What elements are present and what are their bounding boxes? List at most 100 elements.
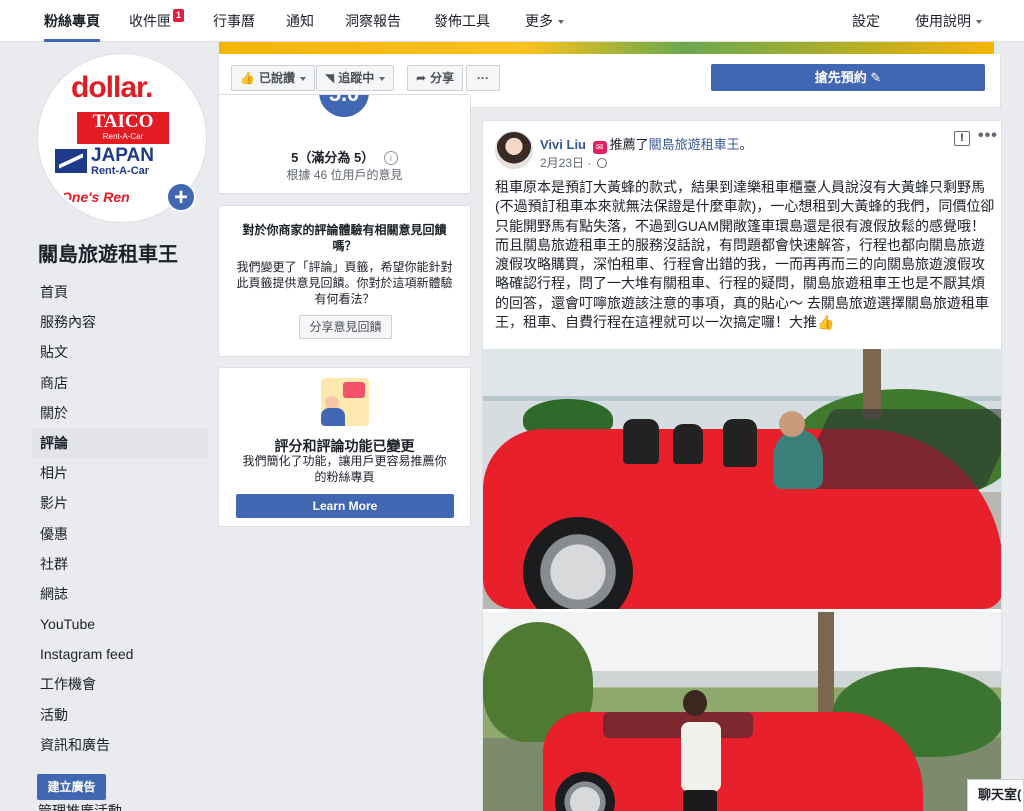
photo-woman-hair (683, 690, 707, 716)
liked-button[interactable]: 👍 已說讚 (231, 65, 315, 91)
chat-tab[interactable]: 聊天室( (967, 779, 1024, 811)
feedback-question: 對於你商家的評論體驗有相關意見回饋嗎？ (242, 223, 447, 253)
help-label: 使用說明 (915, 13, 971, 29)
rating-summary: 5（滿分為 5） (291, 150, 375, 165)
tab-calendar[interactable]: 行事曆 (213, 0, 255, 42)
more-options-icon[interactable]: ••• (978, 127, 998, 145)
japan-logo: JAPAN Rent-A-Car (91, 145, 154, 177)
rating-summary-row: 5（滿分為 5） i (219, 147, 470, 166)
sidebar-nav: 首頁 服務內容 貼文 商店 關於 評論 相片 影片 優惠 社群 網誌 YouTu… (32, 277, 208, 760)
add-photo-plus-icon[interactable]: + (166, 182, 196, 212)
post-timestamp[interactable]: 2月23日 · (540, 154, 607, 171)
sidebar-item-partial[interactable]: 管理推廣活動 (38, 803, 122, 811)
photo-mustang-window (603, 712, 753, 738)
share-arrow-icon: ➦ (416, 71, 427, 85)
sidebar-item-videos[interactable]: 影片 (32, 488, 208, 518)
post-period: 。 (739, 137, 753, 152)
japan-logo-subtext: Rent-A-Car (91, 165, 150, 177)
post-text: 租車原本是預訂大黃蜂的款式，結果到達樂租車櫃臺人員說沒有大黃蜂只剩野馬(不過預訂… (495, 179, 995, 331)
info-icon[interactable]: i (383, 151, 398, 165)
tab-notifications[interactable]: 通知 (286, 0, 314, 42)
tab-inbox-label: 收件匣 (129, 13, 171, 29)
sidebar-item-offers[interactable]: 優惠 (32, 519, 208, 549)
following-label: 追蹤中 (338, 71, 375, 85)
post-page-link[interactable]: 關島旅遊租車王 (649, 137, 740, 152)
photo-driver-head (779, 411, 805, 437)
sidebar-item-youtube[interactable]: YouTube (32, 609, 208, 639)
chevron-down-icon (558, 20, 564, 25)
inbox-count-badge: 1 (173, 9, 184, 22)
liked-label: 已說讚 (258, 71, 295, 85)
sidebar-item-about[interactable]: 關於 (32, 398, 208, 428)
photo-seat (723, 419, 757, 467)
chevron-down-icon (976, 20, 982, 25)
feedback-card: 對於你商家的評論體驗有相關意見回饋嗎？ 我們變更了「評論」頁籤，希望你能針對此頁… (218, 205, 471, 357)
taico-logo-subtext: Rent-A-Car (102, 132, 144, 141)
dollar-logo-text: dollar. (71, 71, 153, 104)
learn-more-button[interactable]: Learn More (236, 494, 454, 518)
chevron-down-icon (299, 76, 306, 81)
ones-rent-logo-text: One's Ren (61, 189, 130, 205)
sidebar-item-blog[interactable]: 網誌 (32, 579, 208, 609)
japan-logo-text: JAPAN (91, 145, 154, 166)
post-header: Vivi Liu ✉ 推薦了關島旅遊租車王。 (540, 134, 753, 154)
sidebar-item-photos[interactable]: 相片 (32, 458, 208, 488)
photo-driver (773, 429, 823, 489)
sidebar-item-home[interactable]: 首頁 (32, 277, 208, 307)
taico-logo-text: TAICO (92, 111, 154, 132)
globe-icon (596, 158, 607, 168)
sidebar-item-services[interactable]: 服務內容 (32, 307, 208, 337)
post-verb: 推薦了 (609, 137, 649, 152)
photo-seat (623, 419, 659, 464)
recommend-icon: ✉ (592, 141, 607, 154)
book-now-button[interactable]: 搶先預約 ✎ (711, 64, 985, 91)
photo-seat (673, 424, 703, 464)
tab-inbox[interactable]: 收件匣 1 (129, 0, 184, 42)
rating-score-badge: 5.0 (319, 95, 369, 117)
settings-link[interactable]: 設定 (852, 0, 880, 42)
report-icon[interactable]: ! (954, 131, 970, 146)
share-label: 分享 (430, 71, 455, 85)
sidebar-item-reviews[interactable]: 評論 (32, 427, 208, 459)
ratings-changed-body: 我們簡化了功能，讓用戶更容易推薦你的粉絲專頁 (242, 454, 447, 484)
sidebar-item-community[interactable]: 社群 (32, 549, 208, 579)
photo-palm-trunk (818, 612, 834, 722)
post-date: 2月23日 (540, 156, 585, 170)
review-post: Vivi Liu ✉ 推薦了關島旅遊租車王。 2月23日 · ! ••• 租車原本… (482, 120, 1002, 811)
rating-based-on: 根據 46 位用戶的意見 (286, 168, 403, 182)
page-title: 關島旅遊租車王 (38, 244, 178, 266)
photo-woman-top (681, 722, 721, 792)
chevron-down-icon (379, 76, 386, 81)
sidebar-item-events[interactable]: 活動 (32, 700, 208, 730)
photo-woman-shorts (683, 790, 717, 811)
avatar[interactable] (495, 131, 533, 169)
flag-icon (55, 149, 87, 173)
tab-more[interactable]: 更多 (525, 0, 564, 42)
page-top-nav: 粉絲專頁 收件匣 1 行事曆 通知 洞察報告 發佈工具 更多 設定 使用說明 (0, 0, 1024, 42)
following-button[interactable]: ◥ 追蹤中 (316, 65, 395, 91)
share-button[interactable]: ➦ 分享 (407, 65, 464, 91)
share-feedback-button[interactable]: 分享意見回饋 (299, 315, 392, 339)
thumbs-up-icon: 👍 (240, 71, 255, 85)
tab-insights[interactable]: 洞察報告 (345, 0, 401, 42)
more-options-button[interactable]: ··· (466, 65, 500, 91)
sidebar-item-instagram[interactable]: Instagram feed (32, 639, 208, 669)
help-menu[interactable]: 使用說明 (915, 0, 982, 42)
tab-page[interactable]: 粉絲專頁 (44, 0, 100, 42)
tab-publishing-tools[interactable]: 發佈工具 (434, 0, 490, 42)
cover-photo-edge (219, 42, 994, 54)
create-ad-button[interactable]: 建立廣告 (37, 774, 106, 800)
post-photo-mustang[interactable] (483, 612, 1001, 811)
photo-windshield (794, 409, 1001, 489)
sidebar-item-posts[interactable]: 貼文 (32, 337, 208, 367)
tab-more-label: 更多 (525, 13, 553, 29)
post-author-name[interactable]: Vivi Liu (540, 137, 586, 152)
post-photo-convertible[interactable] (483, 349, 1001, 609)
sidebar-item-jobs[interactable]: 工作機會 (32, 669, 208, 699)
taico-logo: TAICO Rent-A-Car (77, 112, 169, 144)
book-now-label: 搶先預約 (814, 70, 867, 85)
sidebar-item-shop[interactable]: 商店 (32, 368, 208, 398)
reviews-illustration-icon (321, 378, 369, 426)
rss-icon: ◥ (325, 71, 335, 85)
sidebar-item-info-ads[interactable]: 資訊和廣告 (32, 730, 208, 760)
